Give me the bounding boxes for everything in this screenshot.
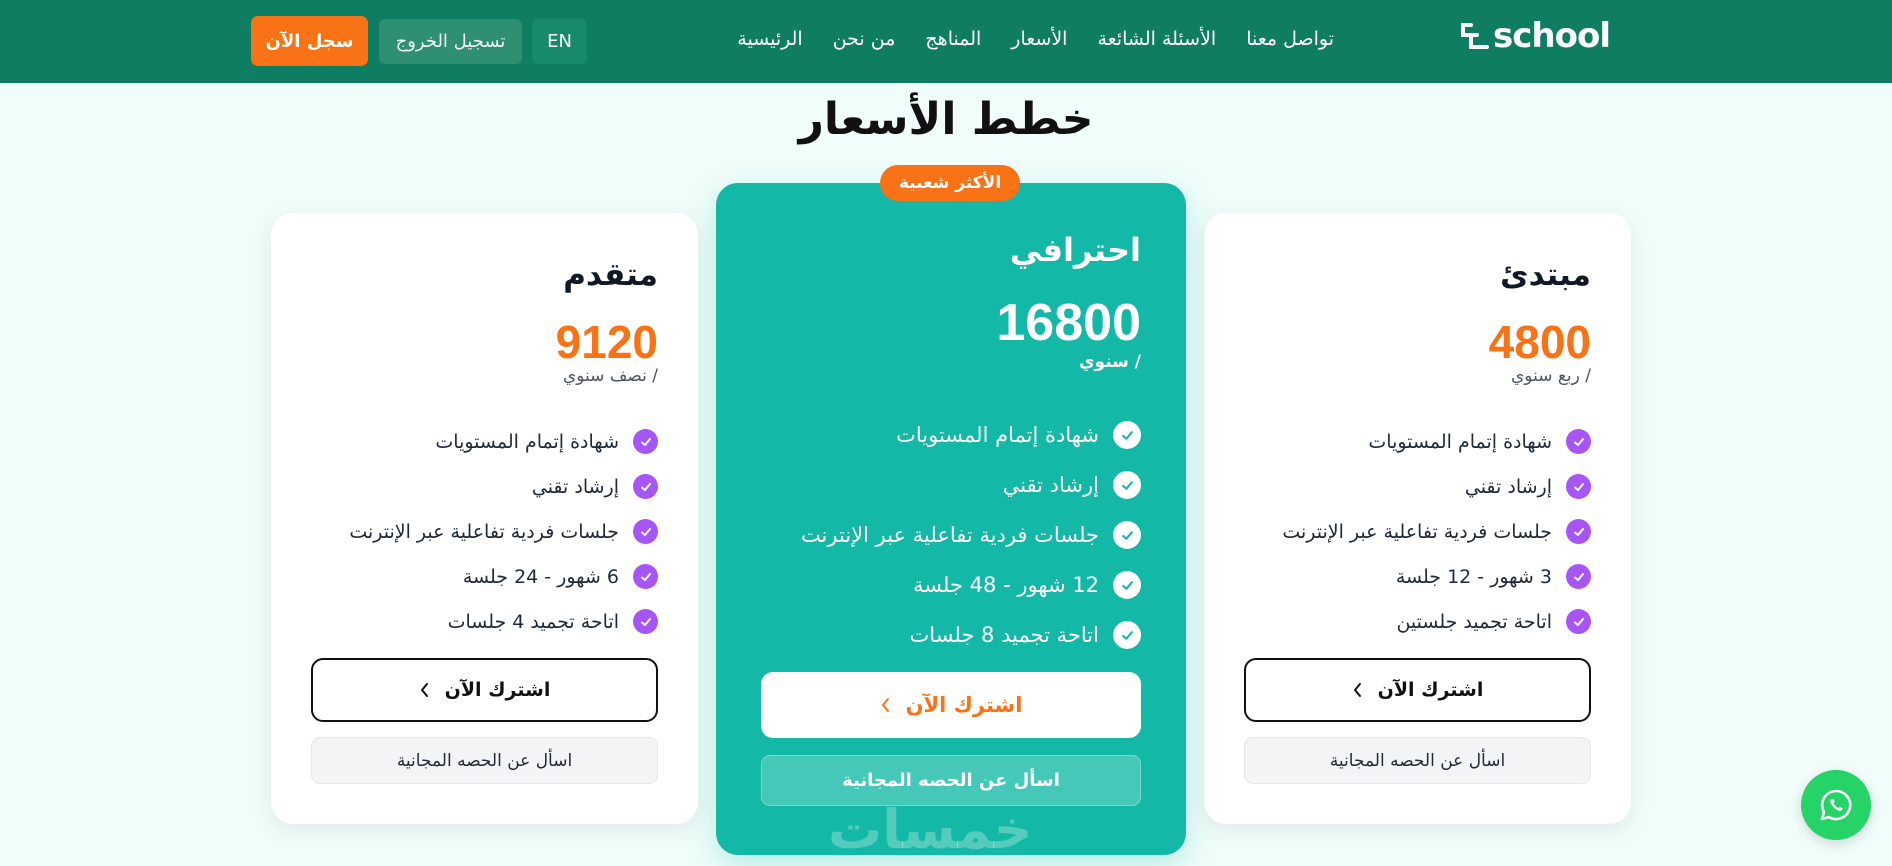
check-icon [1566, 609, 1591, 634]
feature-text: 3 شهور - 12 جلسة [1395, 565, 1552, 588]
check-icon [633, 429, 658, 454]
feature-text: اتاحة تجميد 8 جلسات [909, 623, 1099, 647]
plan-period: / نصف سنوي [562, 366, 658, 386]
plan-price: 4800 [1488, 316, 1591, 368]
check-icon [633, 564, 658, 589]
whatsapp-button[interactable] [1801, 770, 1871, 840]
page-title: خطط الأسعار [798, 94, 1094, 145]
check-icon [633, 609, 658, 634]
plan-period: / ربع سنوي [1511, 366, 1591, 386]
feature-text: شهادة إتمام المستويات [1368, 430, 1552, 453]
check-icon [1566, 429, 1591, 454]
check-icon [1566, 564, 1591, 589]
feature-item: شهادة إتمام المستويات [1282, 419, 1591, 464]
nav-home[interactable]: الرئيسية [737, 28, 802, 50]
feature-list: شهادة إتمام المستويات إرشاد تقني جلسات ف… [801, 410, 1141, 660]
check-icon [633, 519, 658, 544]
nav-faq[interactable]: الأسئلة الشائعة [1097, 28, 1216, 50]
ask-free-session-button[interactable]: اسأل عن الحصه المجانية [311, 737, 658, 784]
check-icon [1113, 521, 1141, 549]
subscribe-label: اشترك الآن [1377, 679, 1484, 701]
feature-item: جلسات فردية تفاعلية عبر الإنترنت [349, 509, 658, 554]
watermark: خمسات [828, 798, 1033, 861]
check-icon [1113, 571, 1141, 599]
chevron-left-icon [881, 698, 889, 712]
feature-item: جلسات فردية تفاعلية عبر الإنترنت [1282, 509, 1591, 554]
plan-card-advanced: متقدم 9120 / نصف سنوي شهادة إتمام المستو… [271, 213, 698, 824]
chevron-left-icon [1353, 683, 1361, 697]
subscribe-label: اشترك الآن [905, 693, 1023, 717]
plan-name: متقدم [563, 257, 658, 293]
nav-curricula[interactable]: المناهج [925, 28, 981, 50]
most-popular-badge: الأكثر شعبية [880, 165, 1020, 201]
whatsapp-icon [1820, 789, 1852, 821]
feature-item: 12 شهور - 48 جلسة [801, 560, 1141, 610]
feature-item: شهادة إتمام المستويات [801, 410, 1141, 460]
feature-text: جلسات فردية تفاعلية عبر الإنترنت [1282, 520, 1552, 543]
feature-item: جلسات فردية تفاعلية عبر الإنترنت [801, 510, 1141, 560]
nav-contact[interactable]: تواصل معنا [1246, 28, 1334, 50]
plan-card-basic: مبتدئ 4800 / ربع سنوي شهادة إتمام المستو… [1204, 213, 1631, 824]
check-icon [1113, 621, 1141, 649]
feature-text: إرشاد تقني [531, 475, 619, 498]
feature-item: 6 شهور - 24 جلسة [349, 554, 658, 599]
nav-about[interactable]: من نحن [833, 28, 896, 50]
plan-name: مبتدئ [1500, 257, 1591, 293]
feature-item: اتاحة تجميد جلستين [1282, 599, 1591, 644]
subscribe-button[interactable]: اشترك الآن [761, 672, 1141, 738]
feature-list: شهادة إتمام المستويات إرشاد تقني جلسات ف… [349, 419, 658, 644]
main-nav: الرئيسية من نحن المناهج الأسعار الأسئلة … [737, 28, 1334, 50]
check-icon [1113, 421, 1141, 449]
logo-text: school [1493, 16, 1611, 56]
chevron-left-icon [420, 683, 428, 697]
feature-text: 6 شهور - 24 جلسة [462, 565, 619, 588]
logo[interactable]: school [1459, 16, 1611, 56]
feature-text: إرشاد تقني [1002, 473, 1099, 497]
feature-item: اتاحة تجميد 4 جلسات [349, 599, 658, 644]
check-icon [1566, 519, 1591, 544]
logout-button[interactable]: تسجيل الخروج [379, 19, 522, 64]
feature-item: 3 شهور - 12 جلسة [1282, 554, 1591, 599]
plan-card-pro: احترافي 16800 / سنوي شهادة إتمام المستوي… [716, 183, 1186, 855]
subscribe-button[interactable]: اشترك الآن [311, 658, 658, 722]
feature-text: شهادة إتمام المستويات [435, 430, 619, 453]
top-navbar: school الرئيسية من نحن المناهج الأسعار ا… [0, 0, 1892, 83]
feature-text: شهادة إتمام المستويات [896, 423, 1099, 447]
feature-text: 12 شهور - 48 جلسة [913, 573, 1099, 597]
feature-text: اتاحة تجميد جلستين [1396, 610, 1552, 633]
feature-list: شهادة إتمام المستويات إرشاد تقني جلسات ف… [1282, 419, 1591, 644]
feature-text: جلسات فردية تفاعلية عبر الإنترنت [800, 523, 1099, 547]
subscribe-label: اشترك الآن [444, 679, 551, 701]
feature-text: جلسات فردية تفاعلية عبر الإنترنت [349, 520, 619, 543]
check-icon [633, 474, 658, 499]
feature-item: إرشاد تقني [1282, 464, 1591, 509]
feature-item: إرشاد تقني [801, 460, 1141, 510]
check-icon [1113, 471, 1141, 499]
nav-pricing[interactable]: الأسعار [1011, 28, 1067, 50]
subscribe-button[interactable]: اشترك الآن [1244, 658, 1591, 722]
logo-mark-icon [1461, 23, 1490, 49]
register-now-button[interactable]: سجل الآن [251, 16, 368, 66]
feature-item: شهادة إتمام المستويات [349, 419, 658, 464]
feature-item: إرشاد تقني [349, 464, 658, 509]
plan-price: 16800 [996, 294, 1141, 352]
check-icon [1566, 474, 1591, 499]
language-toggle-button[interactable]: EN [532, 19, 587, 64]
feature-text: اتاحة تجميد 4 جلسات [447, 610, 619, 633]
ask-free-session-button[interactable]: اسأل عن الحصه المجانية [1244, 737, 1591, 784]
plan-price: 9120 [555, 316, 658, 368]
feature-item: اتاحة تجميد 8 جلسات [801, 610, 1141, 660]
plan-name: احترافي [1009, 231, 1141, 269]
feature-text: إرشاد تقني [1464, 475, 1552, 498]
plan-period: / سنوي [1078, 352, 1141, 372]
